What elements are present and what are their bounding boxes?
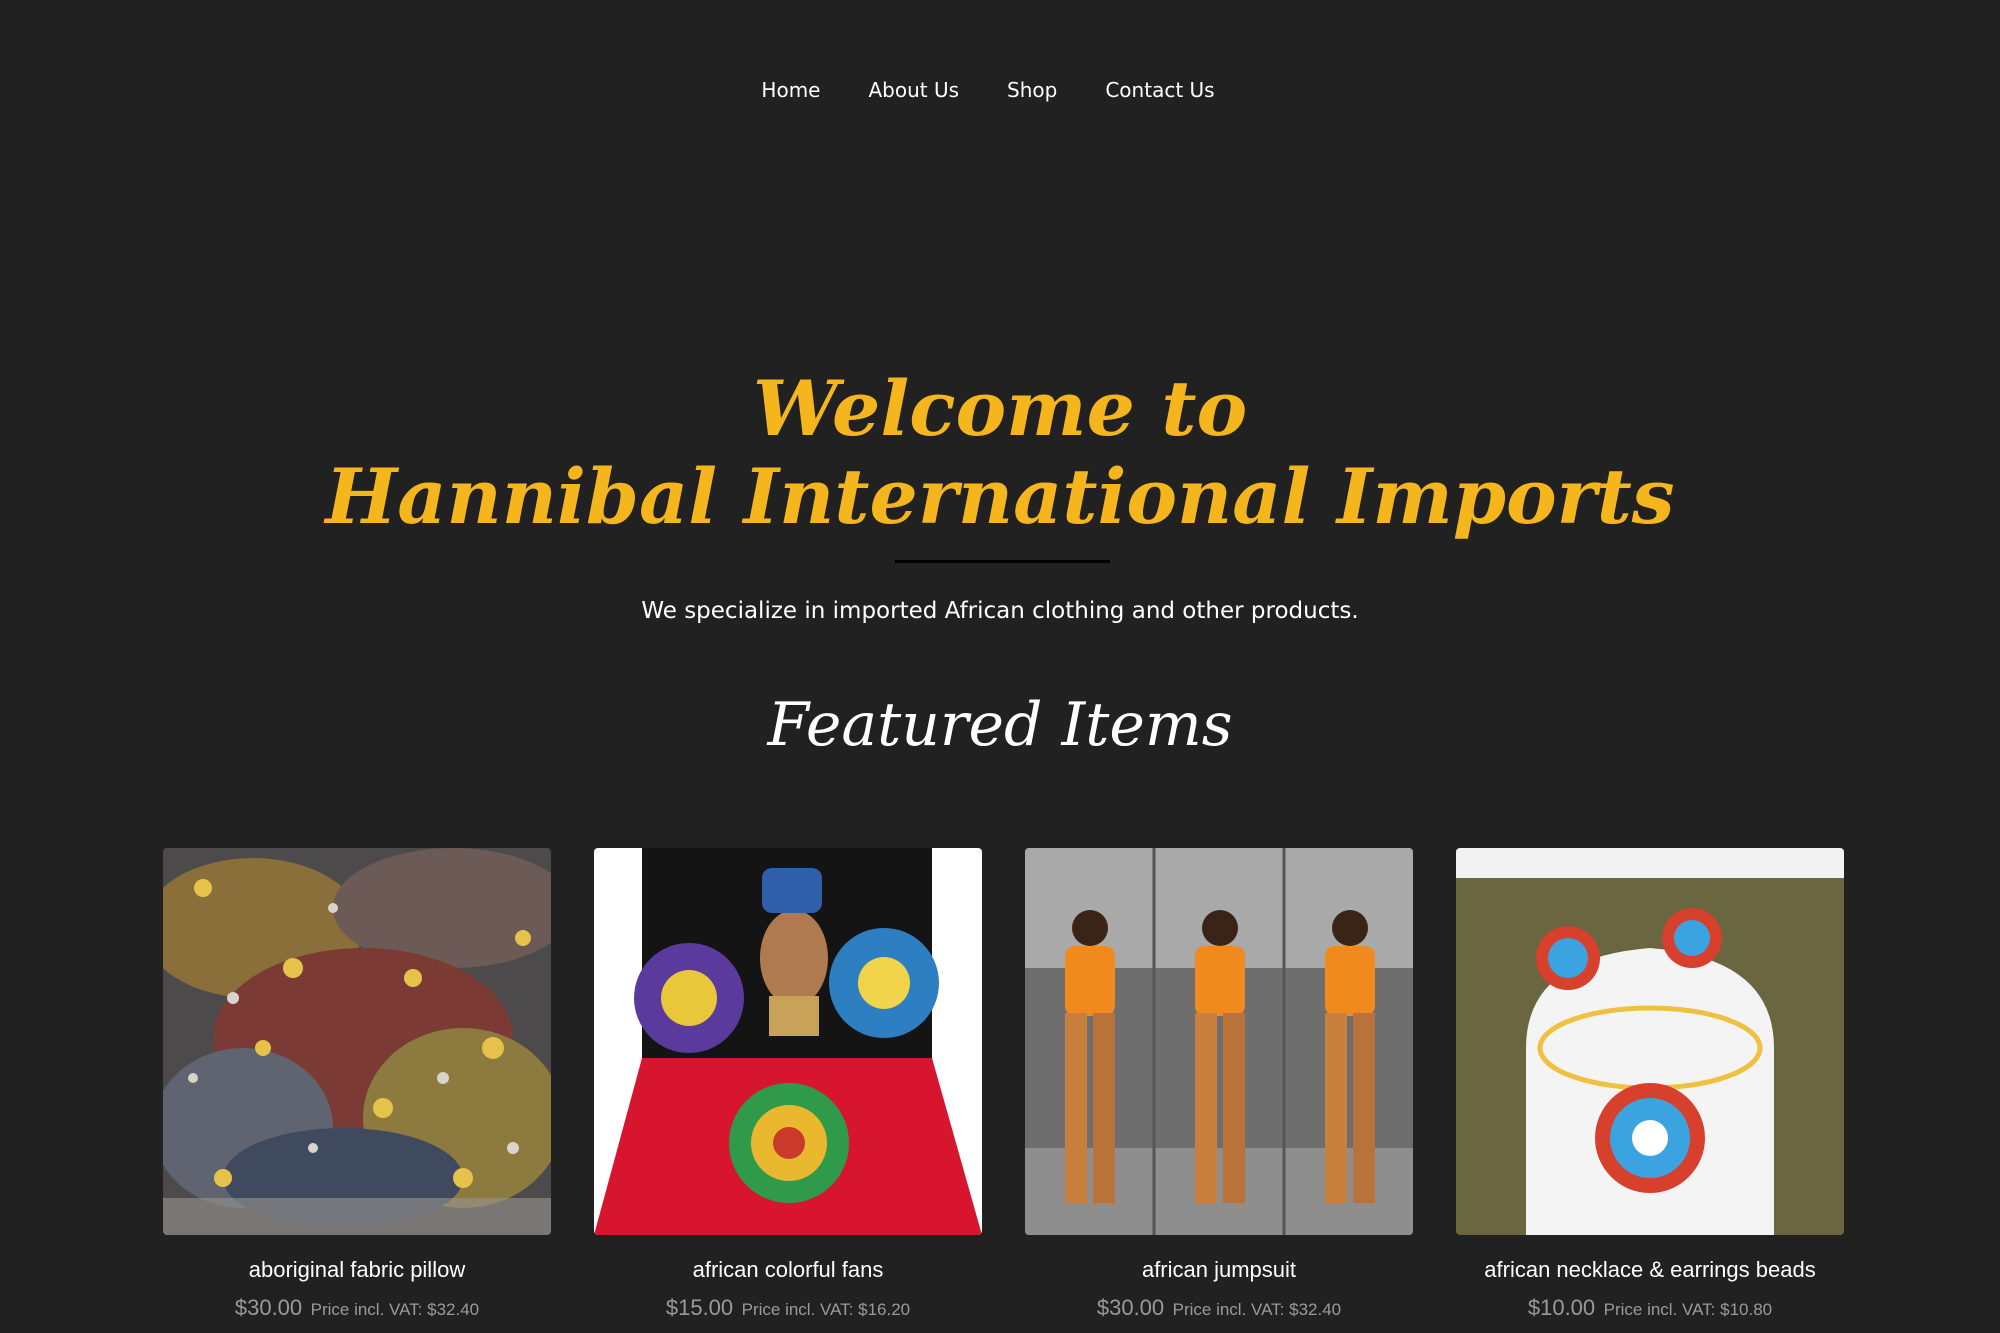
product-grid: aboriginal fabric pillow $30.00 Price in…: [163, 848, 1844, 1321]
nav-shop[interactable]: Shop: [1007, 78, 1057, 102]
product-image-necklace[interactable]: [1456, 848, 1844, 1235]
product-card[interactable]: african jumpsuit $30.00 Price incl. VAT:…: [1025, 848, 1413, 1321]
hero-divider: [895, 560, 1110, 563]
price-incl-vat: Price incl. VAT: $32.40: [1172, 1300, 1342, 1319]
price-incl-vat: Price incl. VAT: $10.80: [1603, 1300, 1773, 1319]
product-name[interactable]: african colorful fans: [594, 1257, 982, 1283]
orange-jumpsuit-image: [1025, 848, 1413, 1235]
product-image-fans[interactable]: [594, 848, 982, 1235]
price-amount: $15.00: [665, 1295, 734, 1320]
product-price: $30.00 Price incl. VAT: $32.40: [163, 1295, 551, 1321]
product-price: $10.00 Price incl. VAT: $10.80: [1456, 1295, 1844, 1321]
product-name[interactable]: aboriginal fabric pillow: [163, 1257, 551, 1283]
product-name[interactable]: african necklace & earrings beads: [1456, 1257, 1844, 1283]
nav-about-us[interactable]: About Us: [868, 78, 959, 102]
product-name[interactable]: african jumpsuit: [1025, 1257, 1413, 1283]
hero-title-line2: Hannibal International Imports: [325, 452, 1675, 541]
product-image-pillow[interactable]: [163, 848, 551, 1235]
hero-title-line1: Welcome to: [752, 364, 1248, 453]
beaded-necklace-image: [1456, 848, 1844, 1235]
product-card[interactable]: aboriginal fabric pillow $30.00 Price in…: [163, 848, 551, 1321]
nav-home[interactable]: Home: [761, 78, 820, 102]
product-card[interactable]: african necklace & earrings beads $10.00…: [1456, 848, 1844, 1321]
product-card[interactable]: african colorful fans $15.00 Price incl.…: [594, 848, 982, 1321]
price-incl-vat: Price incl. VAT: $32.40: [310, 1300, 480, 1319]
colorful-fans-image: [594, 848, 982, 1235]
fabric-pillow-image: [163, 848, 551, 1235]
price-incl-vat: Price incl. VAT: $16.20: [741, 1300, 911, 1319]
price-amount: $30.00: [1096, 1295, 1165, 1320]
featured-heading: Featured Items: [767, 690, 1233, 760]
price-amount: $10.00: [1527, 1295, 1596, 1320]
hero-title: Welcome to Hannibal International Import…: [0, 365, 2000, 541]
price-amount: $30.00: [234, 1295, 303, 1320]
product-image-jumpsuit[interactable]: [1025, 848, 1413, 1235]
product-price: $15.00 Price incl. VAT: $16.20: [594, 1295, 982, 1321]
main-nav: Home About Us Shop Contact Us: [0, 78, 2000, 102]
product-price: $30.00 Price incl. VAT: $32.40: [1025, 1295, 1413, 1321]
nav-contact-us[interactable]: Contact Us: [1105, 78, 1214, 102]
hero-tagline: We specialize in imported African clothi…: [641, 598, 1359, 624]
